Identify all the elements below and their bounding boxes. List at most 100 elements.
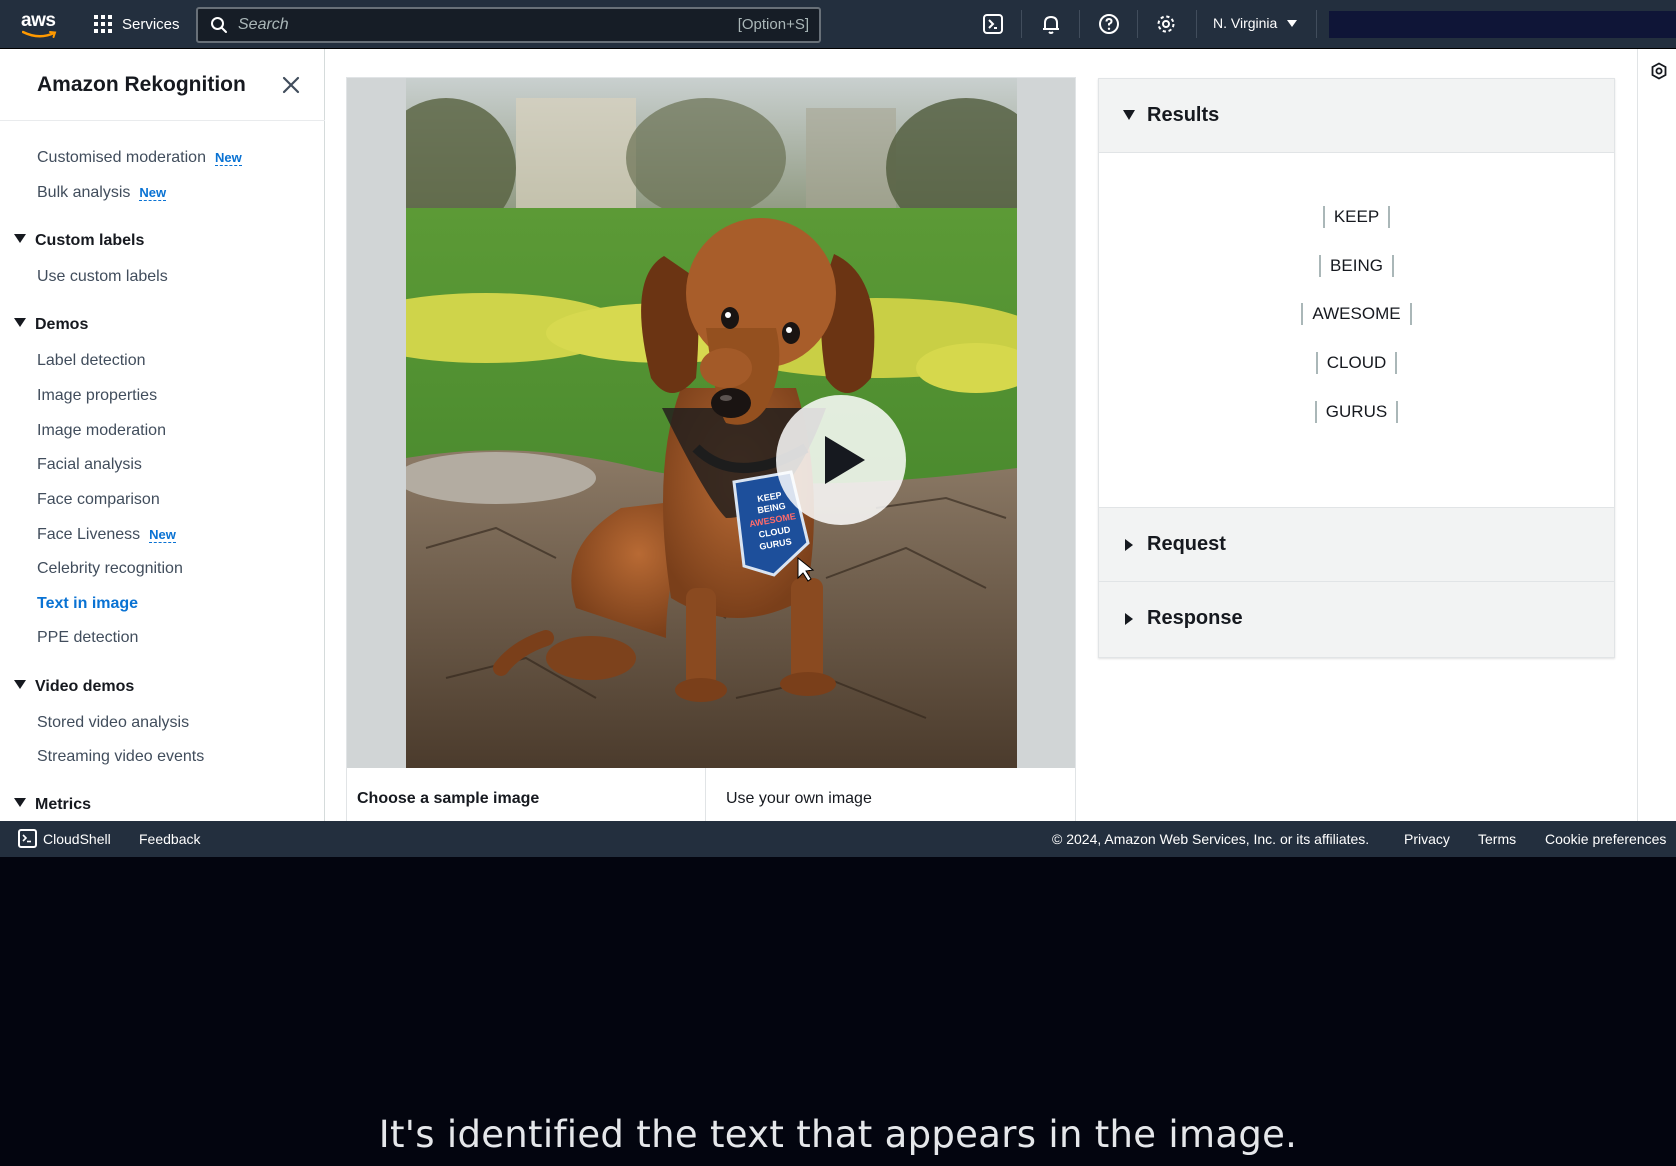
close-icon[interactable]: [280, 74, 302, 96]
aws-logo-text: aws: [21, 10, 56, 31]
caret-down-icon: [14, 798, 26, 807]
sidebar-item-label: Bulk analysis: [37, 184, 131, 201]
play-icon: [825, 436, 865, 484]
tab-divider: [705, 768, 706, 821]
bell-icon[interactable]: [1039, 12, 1063, 36]
sidebar-item-label: Use custom labels: [37, 268, 168, 285]
detected-word: KEEP: [1099, 206, 1614, 228]
detected-word: CLOUD: [1099, 352, 1614, 374]
cookie-preferences-link[interactable]: Cookie preferences: [1545, 831, 1666, 847]
sidebar-item-text-in-image[interactable]: Text in image: [37, 595, 138, 613]
response-header[interactable]: Response: [1099, 582, 1614, 657]
caret-down-icon: [14, 234, 26, 243]
sidebar-item-label-detection[interactable]: Label detection: [37, 352, 146, 370]
sidebar-item-face-comparison[interactable]: Face comparison: [37, 491, 160, 509]
nav-divider: [1316, 10, 1317, 38]
play-button[interactable]: [776, 395, 906, 525]
services-label: Services: [122, 15, 180, 33]
gear-icon[interactable]: [1154, 12, 1178, 36]
tools-rail: [1637, 49, 1676, 821]
nav-divider: [1079, 10, 1080, 38]
sidebar-item-label: PPE detection: [37, 629, 139, 646]
results-container: Results KEEP BEING AWESOME CLOUD GURUS R…: [1098, 78, 1615, 658]
detected-word: GURUS: [1099, 401, 1614, 423]
screen-frame: aws Services [Option+S]: [0, 0, 1676, 1166]
sidebar-item-ppe-detection[interactable]: PPE detection: [37, 629, 138, 647]
tab-choose-sample-image[interactable]: Choose a sample image: [357, 790, 539, 808]
results-body: KEEP BEING AWESOME CLOUD GURUS: [1099, 153, 1614, 507]
help-icon[interactable]: [1097, 12, 1121, 36]
region-label: N. Virginia: [1213, 15, 1278, 31]
sidebar-item-label: Streaming video events: [37, 748, 205, 765]
top-navigation: aws Services [Option+S]: [0, 0, 1676, 49]
caret-down-icon: [1287, 20, 1298, 27]
search-icon: [211, 17, 227, 33]
new-badge: New: [214, 150, 242, 166]
sidebar-item-bulk-analysis[interactable]: Bulk analysis New: [37, 184, 167, 202]
response-title: Response: [1147, 607, 1243, 629]
results-title: Results: [1147, 104, 1220, 126]
sidebar-item-label: Face comparison: [37, 491, 160, 508]
sidebar-section-metrics[interactable]: Metrics: [14, 796, 91, 814]
sidebar-item-label: Text in image: [37, 595, 139, 612]
sidebar-item-face-liveness[interactable]: Face Liveness New: [37, 526, 176, 544]
detected-word: AWESOME: [1099, 303, 1614, 325]
detected-word-text: KEEP: [1322, 206, 1391, 228]
sidebar-item-customised-moderation[interactable]: Customised moderation New: [37, 149, 242, 167]
services-grid-icon: [94, 15, 112, 33]
sidebar-item-label: Facial analysis: [37, 456, 142, 473]
sidebar-section-label: Demos: [35, 316, 89, 333]
sidebar-item-label: Face Liveness: [37, 526, 141, 543]
cloudshell-icon[interactable]: [981, 12, 1005, 36]
sidebar-section-demos[interactable]: Demos: [14, 316, 88, 334]
aws-logo[interactable]: aws: [20, 8, 60, 40]
services-menu-button[interactable]: Services: [94, 11, 180, 37]
sidebar-item-label: Image moderation: [37, 422, 166, 439]
sidebar-item-label: Stored video analysis: [37, 714, 190, 731]
console-main: Amazon Rekognition Customised moderation…: [0, 49, 1676, 821]
terms-link[interactable]: Terms: [1478, 831, 1516, 847]
video-caption: It's identified the text that appears in…: [378, 1113, 1298, 1156]
privacy-link[interactable]: Privacy: [1404, 831, 1450, 847]
image-panel: KEEP BEING AWESOME CLOUD GURUS Choose a …: [346, 77, 1076, 821]
sidebar-title: Amazon Rekognition: [37, 73, 246, 96]
detected-word-text: CLOUD: [1315, 352, 1398, 374]
feedback-link[interactable]: Feedback: [139, 831, 200, 847]
region-selector[interactable]: N. Virginia: [1213, 15, 1298, 31]
side-navigation: Amazon Rekognition Customised moderation…: [0, 49, 325, 821]
cloudshell-icon[interactable]: [18, 829, 37, 848]
sidebar-item-label: Customised moderation: [37, 149, 206, 166]
sidebar-item-celebrity-recognition[interactable]: Celebrity recognition: [37, 560, 183, 578]
caret-down-icon: [1123, 110, 1135, 120]
sidebar-divider: [0, 120, 325, 121]
sidebar-item-stored-video-analysis[interactable]: Stored video analysis: [37, 714, 189, 732]
copyright-text: © 2024, Amazon Web Services, Inc. or its…: [1052, 831, 1370, 847]
caret-down-icon: [14, 680, 26, 689]
account-menu[interactable]: [1329, 11, 1676, 38]
sidebar-section-custom-labels[interactable]: Custom labels: [14, 232, 144, 250]
sidebar-item-label: Celebrity recognition: [37, 560, 183, 577]
search-input[interactable]: [238, 13, 658, 37]
prompt-glyph: [22, 834, 31, 843]
sidebar-section-video-demos[interactable]: Video demos: [14, 678, 134, 696]
sidebar-section-label: Metrics: [35, 796, 92, 813]
request-title: Request: [1147, 533, 1226, 555]
search-box[interactable]: [Option+S]: [196, 7, 821, 43]
detected-word-text: AWESOME: [1301, 303, 1412, 325]
console-footer: CloudShell Feedback © 2024, Amazon Web S…: [0, 821, 1676, 857]
sidebar-section-label: Custom labels: [35, 232, 145, 249]
new-badge: New: [139, 185, 167, 201]
caret-right-icon: [1125, 539, 1133, 551]
tab-use-own-image[interactable]: Use your own image: [726, 790, 872, 808]
results-header[interactable]: Results: [1099, 79, 1614, 153]
new-badge: New: [149, 527, 176, 543]
sidebar-item-image-properties[interactable]: Image properties: [37, 387, 157, 405]
sidebar-item-use-custom-labels[interactable]: Use custom labels: [37, 268, 168, 286]
request-header[interactable]: Request: [1099, 507, 1614, 582]
sidebar-item-facial-analysis[interactable]: Facial analysis: [37, 456, 142, 474]
info-panel-icon[interactable]: [1650, 62, 1668, 80]
sidebar-item-image-moderation[interactable]: Image moderation: [37, 422, 166, 440]
sidebar-item-streaming-video-events[interactable]: Streaming video events: [37, 748, 204, 766]
cloudshell-link[interactable]: CloudShell: [43, 831, 111, 847]
search-shortcut-hint: [Option+S]: [737, 16, 809, 33]
